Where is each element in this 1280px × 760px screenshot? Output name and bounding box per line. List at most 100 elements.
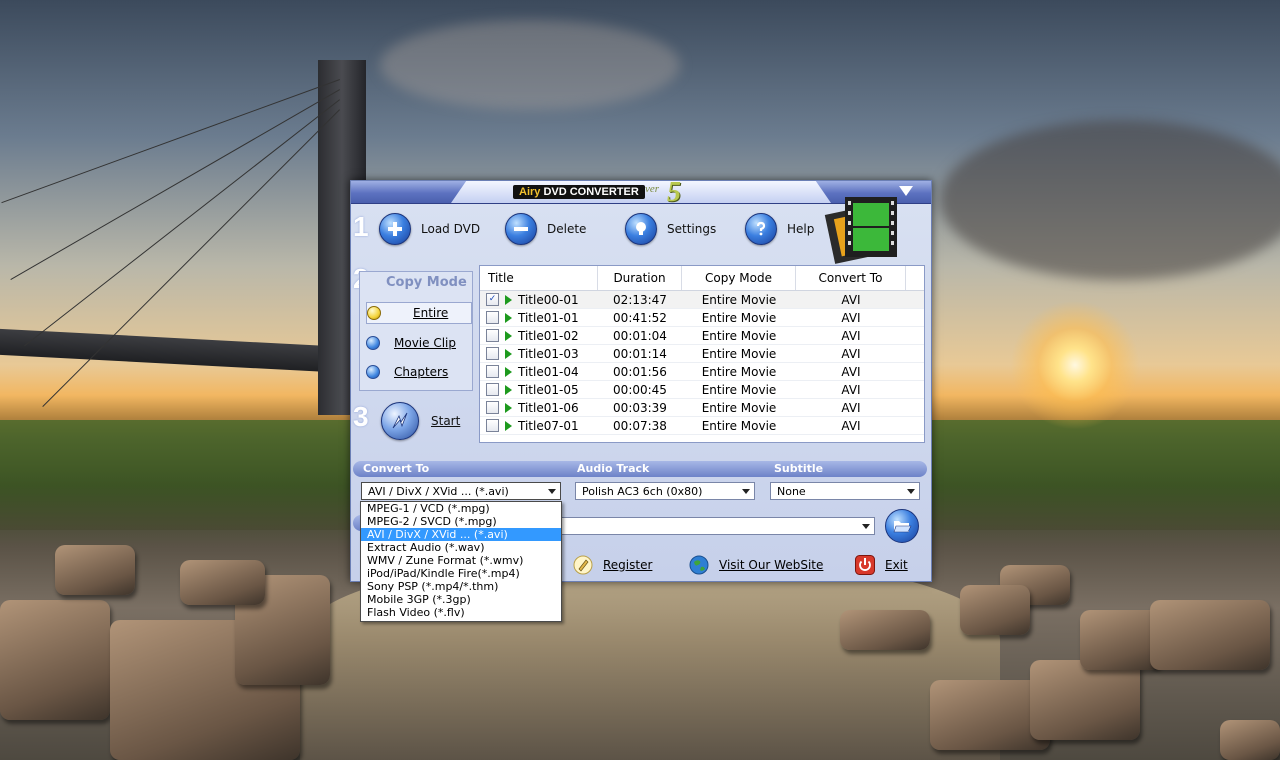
dropdown-option[interactable]: Flash Video (*.flv) — [361, 606, 561, 619]
checkbox-checked[interactable]: ✓ — [486, 293, 499, 306]
title-name: Title01-06 — [518, 400, 579, 415]
copy-mode-cell: Entire Movie — [701, 418, 777, 433]
delete-button[interactable]: Delete — [505, 211, 586, 247]
title-name: Title01-05 — [518, 382, 579, 397]
visit-website-button[interactable]: Visit Our WebSite — [689, 555, 823, 575]
subtitle-value: None — [777, 485, 806, 498]
folder-open-icon — [893, 521, 912, 533]
copy-mode-cell: Entire Movie — [701, 310, 777, 325]
title-cell: ✓ Title00-01 — [480, 293, 598, 307]
dropdown-option[interactable]: Mobile 3GP (*.3gp) — [361, 593, 561, 606]
copy-mode-chapters-label: Chapters — [394, 365, 449, 379]
play-icon[interactable] — [505, 420, 512, 431]
globe-icon — [689, 555, 709, 575]
table-row[interactable]: Title01-01 00:41:52 Entire Movie AVI — [480, 309, 924, 327]
dropdown-option[interactable]: WMV / Zune Format (*.wmv) — [361, 554, 561, 567]
play-icon[interactable] — [505, 312, 512, 323]
minus-icon — [505, 213, 537, 245]
subtitle-select[interactable]: None — [770, 482, 920, 500]
copy-mode-entire[interactable]: Entire — [366, 302, 472, 324]
checkbox[interactable] — [486, 311, 499, 324]
copy-mode-chapters[interactable]: Chapters — [366, 362, 470, 382]
dropdown-option[interactable]: MPEG-2 / SVCD (*.mpg) — [361, 515, 561, 528]
output-path-select[interactable]: e — [547, 517, 875, 535]
wallpaper-cloud — [380, 20, 680, 110]
copy-mode-cell: Entire Movie — [701, 346, 777, 361]
table-row[interactable]: Title01-02 00:01:04 Entire Movie AVI — [480, 327, 924, 345]
checkbox[interactable] — [486, 401, 499, 414]
title-cell: Title01-02 — [480, 329, 598, 343]
duration-cell: 00:07:38 — [613, 418, 667, 433]
app-logo: Airy DVD CONVERTER — [513, 185, 645, 199]
output-section-bar: Convert To Audio Track Subtitle — [353, 461, 927, 477]
start-label: Start — [431, 414, 461, 428]
play-icon[interactable] — [505, 402, 512, 413]
chevron-down-icon — [548, 489, 556, 494]
title-name: Title01-03 — [518, 346, 579, 361]
checkbox[interactable] — [486, 383, 499, 396]
play-icon[interactable] — [505, 348, 512, 359]
checkbox[interactable] — [486, 329, 499, 342]
dropdown-option[interactable]: iPod/iPad/Kindle Fire(*.mp4) — [361, 567, 561, 580]
film-reel-icon — [823, 193, 907, 272]
logo-product: DVD CONVERTER — [540, 186, 639, 198]
copy-mode-movie-clip[interactable]: Movie Clip — [366, 333, 470, 353]
dropdown-option[interactable]: AVI / DivX / XVid ... (*.avi) — [361, 528, 561, 541]
title-cell: Title01-04 — [480, 365, 598, 379]
load-dvd-label: Load DVD — [421, 222, 481, 236]
title-cell: Title01-06 — [480, 401, 598, 415]
table-row[interactable]: Title07-01 00:07:38 Entire Movie AVI — [480, 417, 924, 435]
settings-button[interactable]: Settings — [625, 211, 716, 247]
table-row[interactable]: ✓ Title00-01 02:13:47 Entire Movie AVI — [480, 291, 924, 309]
lightbulb-icon — [625, 213, 657, 245]
column-header-convert-to[interactable]: Convert To — [796, 266, 906, 290]
play-icon[interactable] — [505, 294, 512, 305]
step-number-1: 1 — [353, 211, 369, 242]
title-list-rows: ✓ Title00-01 02:13:47 Entire Movie AVI Title0… — [480, 291, 924, 435]
copy-mode-cell: Entire Movie — [701, 382, 777, 397]
convert-to-cell: AVI — [841, 418, 861, 433]
play-icon[interactable] — [505, 366, 512, 377]
column-header-title[interactable]: Title — [480, 266, 598, 290]
dropdown-option[interactable]: Sony PSP (*.mp4/*.thm) — [361, 580, 561, 593]
visit-website-label: Visit Our WebSite — [719, 558, 824, 572]
dropdown-option[interactable]: Extract Audio (*.wav) — [361, 541, 561, 554]
dropdown-items: MPEG-1 / VCD (*.mpg) MPEG-2 / SVCD (*.mpg… — [361, 502, 561, 619]
column-header-duration[interactable]: Duration — [598, 266, 682, 290]
checkbox[interactable] — [486, 419, 499, 432]
table-row[interactable]: Title01-05 00:00:45 Entire Movie AVI — [480, 381, 924, 399]
audio-track-select[interactable]: Polish AC3 6ch (0x80) — [575, 482, 755, 500]
convert-to-cell: AVI — [841, 310, 861, 325]
checkbox[interactable] — [486, 365, 499, 378]
play-icon[interactable] — [505, 384, 512, 395]
chevron-down-icon — [907, 489, 915, 494]
copy-mode-entire-label: Entire — [413, 306, 449, 320]
play-icon[interactable] — [505, 330, 512, 341]
copy-mode-panel: Copy Mode Entire Movie Clip Chapters — [359, 271, 473, 391]
convert-to-label: Convert To — [363, 462, 430, 475]
copy-mode-title: Copy Mode — [386, 275, 467, 290]
load-dvd-button[interactable]: Load DVD — [379, 211, 480, 247]
browse-folder-button[interactable] — [885, 509, 919, 543]
wallpaper-stone — [180, 560, 265, 605]
convert-to-cell: AVI — [841, 382, 861, 397]
column-header-copy-mode[interactable]: Copy Mode — [682, 266, 796, 290]
question-icon — [745, 213, 777, 245]
convert-to-select[interactable]: AVI / DivX / XVid ... (*.avi) — [361, 482, 561, 500]
title-list[interactable]: Title Duration Copy Mode Convert To ✓ Tit… — [479, 265, 925, 443]
dropdown-option[interactable]: MPEG-1 / VCD (*.mpg) — [361, 502, 561, 515]
register-button[interactable]: Register — [573, 555, 652, 575]
convert-to-dropdown-list[interactable]: MPEG-1 / VCD (*.mpg) MPEG-2 / SVCD (*.mpg… — [360, 501, 562, 622]
plus-icon — [379, 213, 411, 245]
title-cell: Title01-01 — [480, 311, 598, 325]
duration-cell: 00:01:04 — [613, 328, 667, 343]
table-row[interactable]: Title01-06 00:03:39 Entire Movie AVI — [480, 399, 924, 417]
table-row[interactable]: Title01-04 00:01:56 Entire Movie AVI — [480, 363, 924, 381]
wallpaper-cable — [10, 89, 341, 280]
start-button[interactable]: Start — [381, 401, 460, 441]
help-button[interactable]: Help — [745, 211, 814, 247]
table-row[interactable]: Title01-03 00:01:14 Entire Movie AVI — [480, 345, 924, 363]
checkbox[interactable] — [486, 347, 499, 360]
exit-button[interactable]: Exit — [855, 555, 908, 575]
copy-mode-cell: Entire Movie — [701, 292, 777, 307]
